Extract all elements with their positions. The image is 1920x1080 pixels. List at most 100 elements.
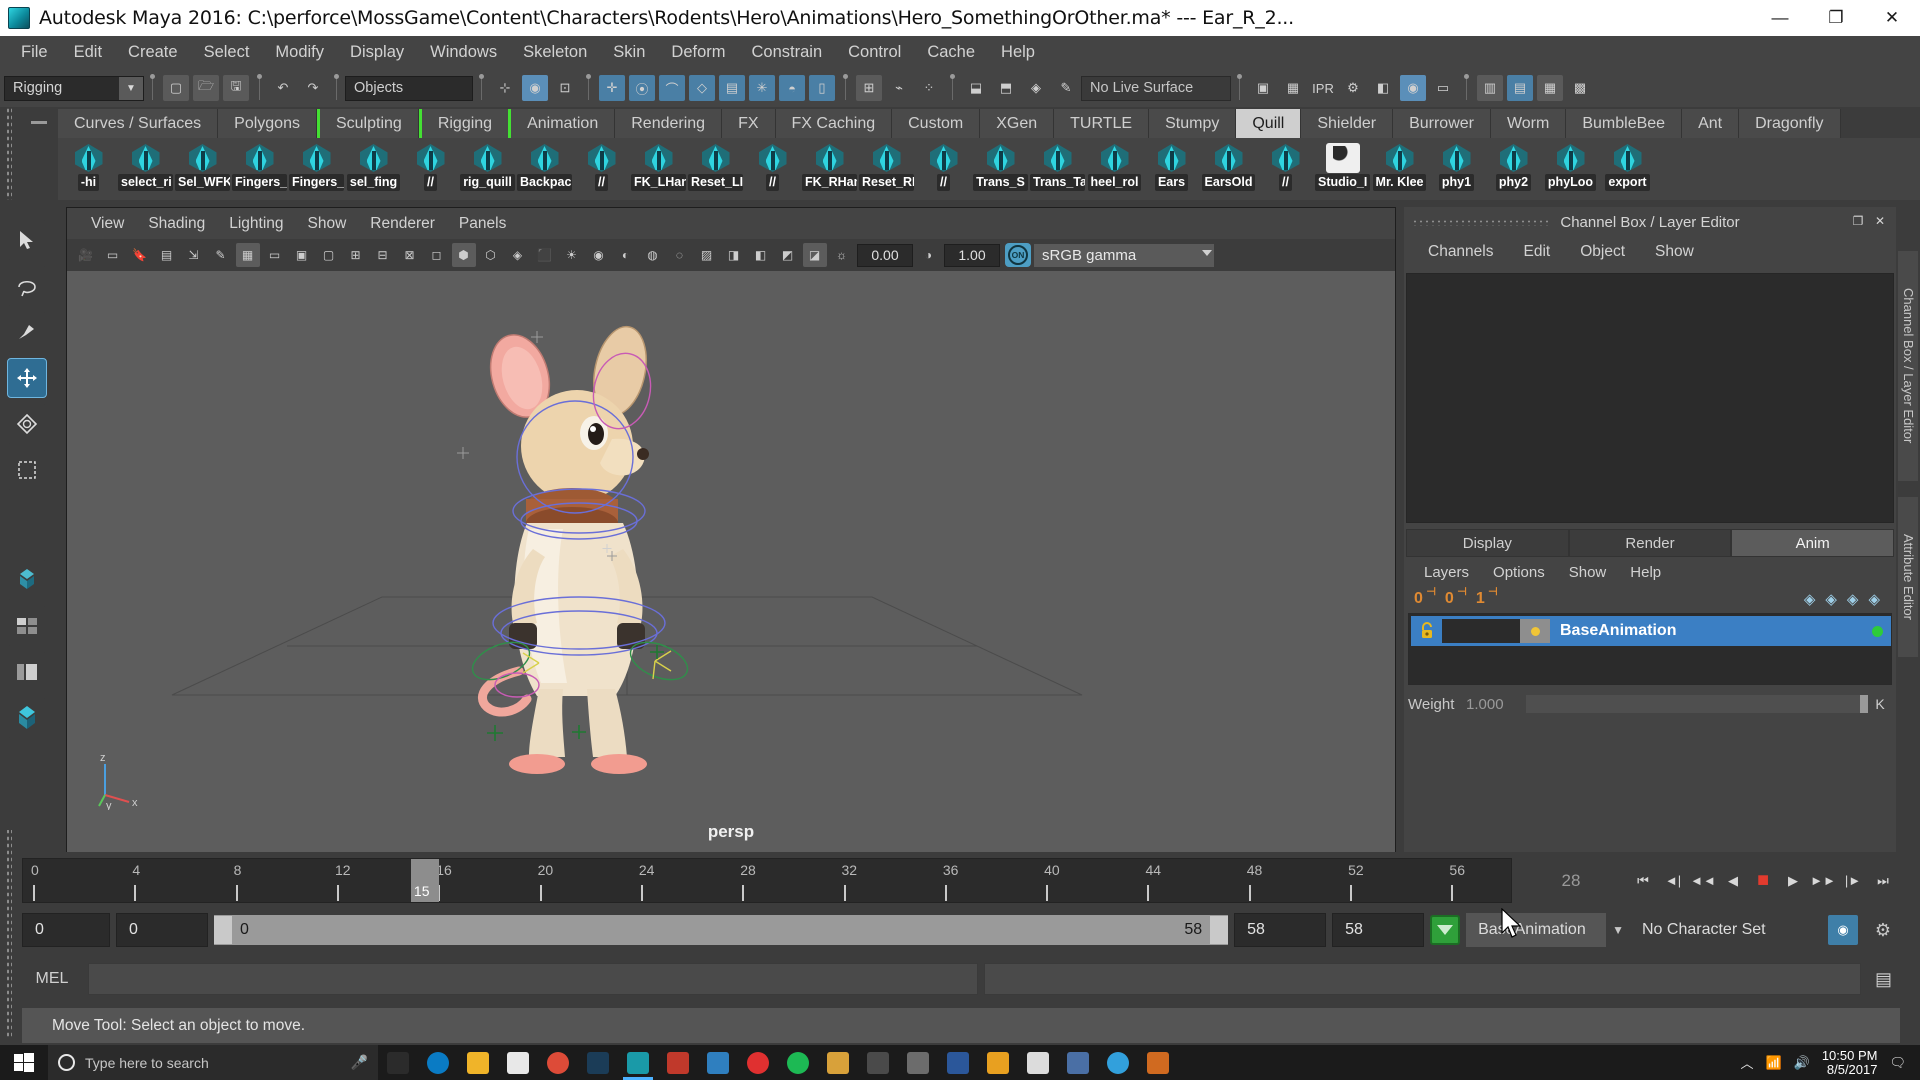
viewport-canvas[interactable]: z x y persp [67,271,1395,852]
shelf-button-phy1[interactable]: phy1 [1428,141,1485,197]
viewport-menu-show[interactable]: Show [296,212,359,236]
stop-button[interactable]: ■ [1750,868,1776,894]
snap-grid-icon[interactable]: ⊞ [856,75,882,101]
taskbar-folder-icon[interactable] [818,1045,858,1080]
shelf-button-[interactable]: // [744,141,801,197]
close-button[interactable]: ✕ [1864,0,1920,36]
construction-plane-icon[interactable]: ✎ [1053,75,1079,101]
shelf-button-[interactable]: // [915,141,972,197]
time-slider[interactable]: 0 4 8 12 16 20 24 28 32 36 40 44 48 52 56 15 [22,858,1512,903]
channel-box-body[interactable] [1406,273,1894,523]
shelf-button-[interactable]: // [1257,141,1314,197]
viewport-menu-shading[interactable]: Shading [136,212,217,236]
preferences-gear-icon[interactable]: ⚙ [1868,915,1898,945]
select-camera-icon[interactable]: 🎥 [74,243,98,267]
shelf-tab-ant[interactable]: Ant [1682,109,1740,138]
smooth-shade-all-icon[interactable]: ⬢ [451,243,476,267]
new-scene-icon[interactable]: ▢ [163,75,189,101]
step-forward-frame-button[interactable]: ►► [1810,868,1836,894]
range-end-time-field[interactable]: 58 [1234,913,1327,947]
layer-tab-anim[interactable]: Anim [1731,529,1895,557]
flat-shade-icon[interactable]: ◈ [506,243,530,267]
taskbar-app2-icon[interactable] [1058,1045,1098,1080]
menu-item-select[interactable]: Select [191,39,263,66]
shelf-tab-rendering[interactable]: Rendering [615,109,723,138]
layer-menu-help[interactable]: Help [1620,562,1671,583]
mask-joints-icon[interactable]: ⦿ [629,75,655,101]
menu-item-modify[interactable]: Modify [262,39,337,66]
layer-move-up-icon[interactable]: ◈ [1847,590,1859,608]
safe-title-icon[interactable]: ⊠ [398,243,422,267]
layer-tab-display[interactable]: Display [1406,529,1569,557]
shelf-tab-xgen[interactable]: XGen [980,109,1055,138]
gamma-icon[interactable]: ◑ [917,243,941,267]
render-settings-icon[interactable]: ⚙ [1340,75,1366,101]
shelf-button-backpac[interactable]: Backpac [516,141,573,197]
layer-ghost-toggle[interactable] [1520,619,1550,643]
shelf-button-studioi[interactable]: Studio_I [1314,141,1371,197]
shelf-tab-custom[interactable]: Custom [892,109,981,138]
shelf-button-fkrhan[interactable]: FK_RHan [801,141,858,197]
taskbar-task-view-icon[interactable] [378,1045,418,1080]
channel-box-menu-channels[interactable]: Channels [1414,240,1508,264]
shelf-tab-polygons[interactable]: Polygons [218,109,317,138]
render-setup-icon[interactable]: ◉ [1400,75,1426,101]
volume-icon[interactable]: 🔊 [1794,1055,1810,1071]
xray-joints-icon[interactable]: ◩ [776,243,800,267]
live-surface-field[interactable]: No Live Surface [1081,75,1231,101]
select-by-component-icon[interactable]: ⊡ [552,75,578,101]
anim-layer-list[interactable]: BaseAnimation [1408,613,1892,685]
menu-item-skin[interactable]: Skin [600,39,658,66]
layer-menu-options[interactable]: Options [1483,562,1555,583]
shelf-tab-fx[interactable]: FX [722,109,776,138]
shelf-tab-shielder[interactable]: Shielder [1301,109,1394,138]
taskbar-search-box[interactable]: Type here to search 🎤 [48,1045,378,1080]
shelf-tab-bumblebee[interactable]: BumbleBee [1566,109,1683,138]
shelf-tab-quill[interactable]: Quill [1236,109,1302,138]
character-set-selector[interactable]: No Character Set [1630,913,1820,947]
ipr-render-icon[interactable]: IPR [1310,75,1336,101]
menu-set-selector[interactable]: Rigging ▼ [4,75,144,101]
shelf-button-hi[interactable]: -hi [60,141,117,197]
toggle-render-icon[interactable]: ▭ [1430,75,1456,101]
anim-start-time-field[interactable]: 0 [22,913,110,947]
snap-view-plane-icon[interactable]: ⬒ [993,75,1019,101]
undo-icon[interactable]: ↶ [270,75,296,101]
go-to-start-button[interactable]: ⏮ [1630,868,1656,894]
snap-point-icon[interactable]: ⁘ [916,75,942,101]
microphone-icon[interactable]: 🎤 [351,1054,368,1071]
show-tool-settings-icon[interactable]: ▩ [1567,75,1593,101]
shelf-tab-curves-surfaces[interactable]: Curves / Surfaces [58,109,219,138]
mask-surfaces-icon[interactable]: ◇ [689,75,715,101]
grid-toggle-icon[interactable]: ▦ [235,243,260,267]
shelf-button-transta[interactable]: Trans_Ta [1029,141,1086,197]
mask-deformers-icon[interactable]: ▤ [719,75,745,101]
anim-end-time-field[interactable]: 58 [1332,913,1425,947]
taskbar-substance-icon[interactable] [658,1045,698,1080]
taskbar-spotify-icon[interactable] [778,1045,818,1080]
shelf-drag-handle[interactable] [22,107,56,138]
field-chart-icon[interactable]: ⊞ [344,243,368,267]
shelf-button-phy2[interactable]: phy2 [1485,141,1542,197]
wireframe-shading-icon[interactable]: ◻ [425,243,449,267]
go-to-end-button[interactable]: ⏭ [1870,868,1896,894]
color-profile-selector[interactable]: sRGB gamma [1034,243,1214,267]
shelf-tab-stumpy[interactable]: Stumpy [1149,109,1237,138]
select-by-object-icon[interactable]: ◉ [522,75,548,101]
color-management-toggle[interactable]: ON [1005,243,1031,267]
vtab-channel-box[interactable]: Channel Box / Layer Editor [1898,251,1918,481]
step-forward-key-button[interactable]: |► [1840,868,1866,894]
taskbar-chart-icon[interactable] [1138,1045,1178,1080]
xray-active-components-icon[interactable]: ◪ [802,243,827,267]
menu-item-control[interactable]: Control [835,39,914,66]
safe-action-icon[interactable]: ⊟ [371,243,395,267]
chevron-down-icon[interactable]: ▼ [1612,923,1624,937]
selection-mask-field[interactable]: Objects [345,75,473,101]
shelf-button-heelrol[interactable]: heel_rol [1086,141,1143,197]
taskbar-chrome-icon[interactable] [538,1045,578,1080]
chevron-down-icon[interactable]: ▼ [119,76,143,100]
menu-item-file[interactable]: File [8,39,61,66]
shelf-button-transs[interactable]: Trans_S [972,141,1029,197]
anim-layer-selector[interactable]: BaseAnimation [1466,913,1607,947]
show-channel-box-icon[interactable]: ▤ [1507,75,1533,101]
